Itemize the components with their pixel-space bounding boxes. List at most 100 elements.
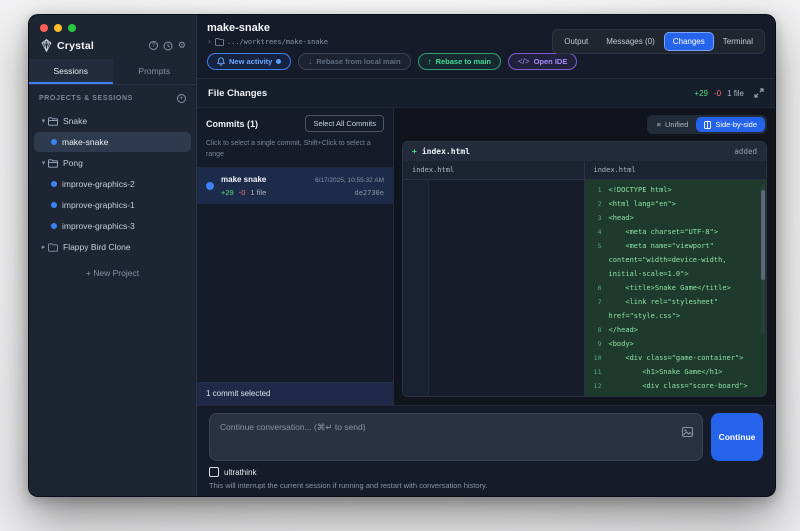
file-changes-bar: File Changes +29 -0 1 file: [197, 79, 775, 108]
projects-tree: ▾Snakemake-snake▾Pongimprove-graphics-2i…: [29, 108, 196, 260]
line-code: </head>: [609, 323, 767, 337]
view-tabs: OutputMessages (0)ChangesTerminal: [552, 29, 765, 54]
maximize-window-button[interactable]: [68, 24, 76, 32]
diff-view-mode-row: ≡Unified Side-by-side: [402, 115, 767, 134]
commits-title: Commits (1): [206, 119, 258, 129]
chevron-down-icon[interactable]: ▾: [39, 117, 48, 125]
commit-row-bottom: +29-01 filede2730e: [221, 188, 384, 197]
composer-row: Continue: [209, 413, 763, 461]
tree-item-label: Flappy Bird Clone: [63, 242, 131, 252]
view-mode-unified[interactable]: ≡Unified: [649, 117, 697, 132]
line-code: <title>Snake Game</title>: [609, 281, 767, 295]
sidebar-session-improve-graphics-1[interactable]: improve-graphics-1: [34, 195, 191, 215]
line-code: <link rel="stylesheet" href="style.css">: [609, 295, 767, 323]
conversation-input-box: [209, 413, 703, 461]
tab-messages-0-[interactable]: Messages (0): [597, 32, 663, 51]
sidebar-project-snake[interactable]: ▾ Snake: [34, 111, 191, 131]
diff-file-header[interactable]: + index.html added: [403, 142, 766, 161]
projects-section-header: PROJECTS & SESSIONS +: [29, 85, 196, 108]
add-project-icon[interactable]: +: [177, 94, 186, 103]
line-code: <head>: [609, 211, 767, 225]
sidebar-session-improve-graphics-3[interactable]: improve-graphics-3: [34, 216, 191, 236]
folder-icon: [48, 243, 58, 252]
files-count: 1 file: [727, 89, 744, 98]
tab-changes[interactable]: Changes: [664, 32, 714, 51]
conversation-input[interactable]: [210, 414, 702, 460]
sidebar-tab-sessions[interactable]: Sessions: [29, 59, 113, 84]
line-code: <html lang="en">: [609, 197, 767, 211]
tree-item-label: Snake: [63, 116, 87, 126]
line-number: 12: [585, 379, 609, 393]
commits-empty-space: [197, 204, 393, 382]
line-number: 1: [585, 183, 609, 197]
commits-panel: Commits (1) Select All Commits Click to …: [197, 108, 394, 405]
sidebar-tabs: SessionsPrompts: [29, 59, 196, 85]
sidebar-session-improve-graphics-2[interactable]: improve-graphics-2: [34, 174, 191, 194]
tab-output[interactable]: Output: [555, 32, 597, 51]
line-number: 2: [585, 197, 609, 211]
diff-right-filename: index.html: [585, 161, 767, 179]
view-mode-side-by-side[interactable]: Side-by-side: [696, 117, 765, 132]
sidebar-project-pong[interactable]: ▾Pong: [34, 153, 191, 173]
diff-added-line: 6 <title>Snake Game</title>: [585, 281, 767, 295]
tab-terminal[interactable]: Terminal: [714, 32, 762, 51]
chevron-right-icon[interactable]: ›: [207, 37, 212, 46]
changes-content: Commits (1) Select All Commits Click to …: [197, 108, 775, 405]
folder-icon: [48, 159, 58, 168]
close-window-button[interactable]: [40, 24, 48, 32]
settings-gear-icon[interactable]: ⚙: [178, 41, 186, 50]
line-number: 8: [585, 323, 609, 337]
commit-additions: +29: [221, 188, 234, 197]
select-all-commits-button[interactable]: Select All Commits: [305, 115, 384, 132]
commit-message: make snake: [221, 175, 266, 184]
view-mode-label: Unified: [665, 120, 688, 129]
columns-icon: [704, 121, 711, 129]
sidebar: Crystal ? ⚙ SessionsPrompts PROJECTS & S…: [29, 15, 197, 496]
composer-footer-note: This will interrupt the current session …: [209, 481, 763, 490]
sidebar-session-make-snake[interactable]: make-snake: [34, 132, 191, 152]
sidebar-header-icons: ? ⚙: [149, 41, 186, 51]
diff-scrollbar-thumb[interactable]: [761, 190, 765, 280]
worktree-path: .../worktrees/make-snake: [227, 38, 328, 46]
minimize-window-button[interactable]: [54, 24, 62, 32]
session-status-dot: [51, 139, 57, 145]
crystal-logo-icon: [41, 39, 52, 52]
continue-button[interactable]: Continue: [711, 413, 763, 461]
help-icon[interactable]: ?: [149, 41, 158, 50]
commit-list: make snake6/17/2025, 10:55:32 AM+29-01 f…: [197, 168, 393, 204]
line-code: <body>: [609, 337, 767, 351]
rebase-to-main-button[interactable]: ↑Rebase to main: [418, 53, 501, 70]
diff-added-line: 9<body>: [585, 337, 767, 351]
line-number: 9: [585, 337, 609, 351]
diff-view-mode-toggle: ≡Unified Side-by-side: [647, 115, 767, 134]
history-icon[interactable]: [163, 41, 173, 51]
session-status-dot: [51, 202, 57, 208]
action-label: Open IDE: [534, 57, 568, 66]
view-mode-label: Side-by-side: [715, 120, 757, 129]
deletions-count: -0: [714, 89, 721, 98]
diff-added-line: 5 <meta name="viewport" content="width=d…: [585, 239, 767, 281]
expand-icon[interactable]: [754, 88, 764, 98]
chevron-right-icon[interactable]: ▸: [39, 243, 48, 251]
new-activity-button[interactable]: New activity: [207, 53, 291, 70]
ultrathink-checkbox[interactable]: [209, 467, 219, 477]
diff-column-headers: index.html index.html: [403, 161, 766, 180]
new-project-button[interactable]: + New Project: [29, 260, 196, 286]
bell-icon: [217, 57, 225, 66]
code-icon: </>: [518, 57, 530, 66]
sidebar-project-flappy-bird-clone[interactable]: ▸ Flappy Bird Clone: [34, 237, 191, 257]
chevron-down-icon[interactable]: ▾: [39, 159, 48, 167]
activity-dot: [276, 59, 281, 64]
attach-image-icon[interactable]: [682, 427, 693, 437]
open-ide-button[interactable]: </> Open IDE: [508, 53, 577, 70]
rebase-from-local-main-button: ↓Rebase from local main: [298, 53, 410, 70]
line-code: <meta charset="UTF-8">: [609, 225, 767, 239]
commit-row[interactable]: make snake6/17/2025, 10:55:32 AM+29-01 f…: [197, 168, 393, 204]
folder-icon: [215, 38, 224, 46]
line-number: 4: [585, 225, 609, 239]
action-label: New activity: [229, 57, 272, 66]
composer: Continue ultrathink This will interrupt …: [197, 405, 775, 496]
app-title: Crystal: [57, 40, 144, 52]
sidebar-tab-prompts[interactable]: Prompts: [113, 59, 197, 84]
main-area: make-snake › .../worktrees/make-snake Ne…: [197, 15, 775, 496]
